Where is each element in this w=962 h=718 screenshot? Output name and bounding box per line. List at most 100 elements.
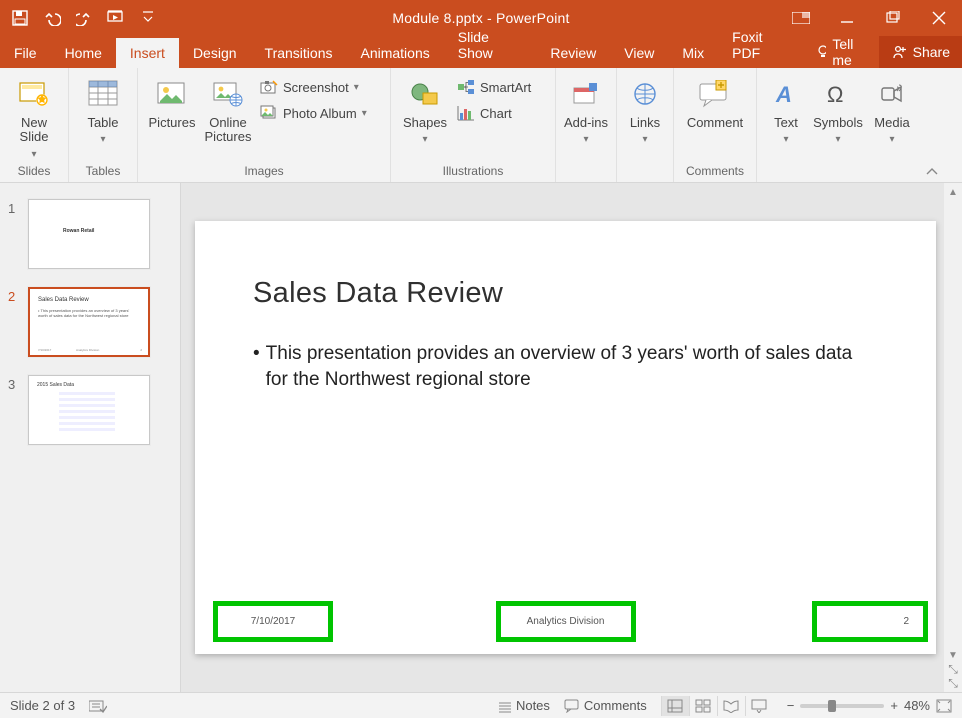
tab-file[interactable]: File (0, 38, 51, 68)
symbols-icon: Ω (820, 76, 856, 112)
table-icon (85, 76, 121, 112)
links-button[interactable]: Links (623, 72, 667, 145)
tab-design[interactable]: Design (179, 38, 251, 68)
media-label: Media (874, 116, 909, 130)
chart-button[interactable]: Chart (453, 102, 549, 124)
slide-body[interactable]: This presentation provides an overview o… (253, 341, 878, 392)
group-text: A Text Ω Symbols Media (757, 68, 923, 182)
spellcheck-icon (89, 699, 107, 713)
group-images: Pictures Online Pictures Screenshot (138, 68, 391, 182)
group-images-label: Images (144, 164, 384, 180)
text-icon: A (768, 76, 804, 112)
notes-button[interactable]: Notes (498, 698, 550, 713)
table-button[interactable]: Table (75, 72, 131, 145)
media-button[interactable]: Media (867, 72, 917, 145)
pictures-button[interactable]: Pictures (144, 72, 200, 145)
smartart-button[interactable]: SmartArt (453, 76, 549, 98)
slide-sorter-icon (695, 699, 711, 713)
slide-canvas[interactable]: Sales Data Review This presentation prov… (195, 221, 936, 654)
scroll-up-icon[interactable]: ▲ (946, 185, 960, 199)
thumbnail-1[interactable]: 1 Rowan Retail (8, 199, 172, 269)
group-addins: Add-ins (556, 68, 617, 182)
text-label: Text (774, 116, 798, 130)
window-controls (778, 0, 962, 36)
svg-text:Ω: Ω (827, 82, 843, 106)
footer-center-highlight: Analytics Division (496, 601, 636, 642)
pictures-label: Pictures (149, 116, 196, 130)
tab-foxit[interactable]: Foxit PDF (718, 22, 803, 68)
start-from-beginning-button[interactable] (100, 0, 132, 36)
scroll-down-icon[interactable]: ▼ (946, 648, 960, 662)
online-pictures-button[interactable]: Online Pictures (200, 72, 256, 145)
media-icon (874, 76, 910, 112)
thumbnail-3[interactable]: 3 2015 Sales Data (8, 375, 172, 445)
comment-button[interactable]: Comment (680, 72, 750, 130)
minimize-button[interactable] (824, 0, 870, 36)
smartart-label: SmartArt (480, 80, 531, 95)
symbols-button[interactable]: Ω Symbols (809, 72, 867, 145)
share-button[interactable]: Share (879, 36, 962, 68)
zoom-slider[interactable] (800, 704, 884, 708)
slide-bullet-text: This presentation provides an overview o… (266, 341, 878, 392)
shapes-button[interactable]: Shapes (397, 72, 453, 145)
collapse-ribbon-button[interactable] (923, 68, 941, 182)
close-button[interactable] (916, 0, 962, 36)
save-button[interactable] (4, 0, 36, 36)
tab-view[interactable]: View (610, 38, 668, 68)
fit-to-window-button[interactable] (936, 699, 952, 713)
tab-home[interactable]: Home (51, 38, 116, 68)
footer-date-text: 7/10/2017 (251, 616, 296, 627)
tell-me-button[interactable]: Tell me (804, 36, 879, 68)
tab-slideshow[interactable]: Slide Show (444, 22, 537, 68)
thumbnail-preview: Sales Data Review • This presentation pr… (28, 287, 150, 357)
tab-transitions[interactable]: Transitions (251, 38, 347, 68)
slide-title[interactable]: Sales Data Review (253, 277, 503, 310)
symbols-label: Symbols (813, 116, 863, 130)
share-icon (891, 45, 907, 59)
spellcheck-button[interactable] (89, 699, 107, 713)
group-illustrations: Shapes SmartArt Chart Illustrations (391, 68, 556, 182)
work-area: 1 Rowan Retail 2 Sales Data Review • Thi… (0, 183, 962, 692)
next-slide-icon[interactable]: ⤡ (946, 676, 960, 690)
new-slide-icon (16, 76, 52, 112)
shapes-icon (407, 76, 443, 112)
tab-review[interactable]: Review (536, 38, 610, 68)
text-button[interactable]: A Text (763, 72, 809, 145)
tab-insert[interactable]: Insert (116, 38, 179, 68)
thumbnail-2[interactable]: 2 Sales Data Review • This presentation … (8, 287, 172, 357)
normal-view-button[interactable] (661, 696, 689, 716)
comments-icon (564, 699, 580, 713)
group-links: Links (617, 68, 674, 182)
addins-button[interactable]: Add-ins (562, 72, 610, 145)
tell-me-label: Tell me (832, 36, 866, 68)
reading-view-button[interactable] (717, 696, 745, 716)
screenshot-button[interactable]: Screenshot (256, 76, 384, 98)
group-illustrations-label: Illustrations (397, 164, 549, 180)
qat-customize-button[interactable] (132, 0, 164, 36)
vertical-scrollbar[interactable]: ▲ ▼ ⤡ ⤡ (944, 183, 962, 692)
maximize-button[interactable] (870, 0, 916, 36)
slide-counter: Slide 2 of 3 (10, 698, 75, 713)
notes-icon (498, 699, 512, 713)
tab-animations[interactable]: Animations (346, 38, 443, 68)
prev-slide-icon[interactable]: ⤡ (946, 662, 960, 676)
zoom-out-button[interactable]: − (787, 698, 795, 713)
zoom-percent[interactable]: 48% (904, 698, 930, 713)
new-slide-button[interactable]: New Slide (6, 72, 62, 160)
minimize-icon (840, 11, 854, 25)
comments-button[interactable]: Comments (564, 698, 647, 713)
shapes-label: Shapes (403, 116, 447, 130)
photo-album-button[interactable]: Photo Album (256, 102, 384, 124)
group-slides-label: Slides (6, 164, 62, 180)
thumbnail-number: 1 (8, 199, 20, 269)
undo-button[interactable] (36, 0, 68, 36)
slide-editor[interactable]: Sales Data Review This presentation prov… (181, 183, 962, 692)
save-icon (12, 10, 28, 26)
redo-button[interactable] (68, 0, 100, 36)
slide-thumbnails-panel[interactable]: 1 Rowan Retail 2 Sales Data Review • Thi… (0, 183, 181, 692)
zoom-in-button[interactable]: + (890, 698, 898, 713)
footer-number-text: 2 (903, 616, 909, 627)
slide-sorter-button[interactable] (689, 696, 717, 716)
tab-mix[interactable]: Mix (668, 38, 718, 68)
slideshow-view-button[interactable] (745, 696, 773, 716)
